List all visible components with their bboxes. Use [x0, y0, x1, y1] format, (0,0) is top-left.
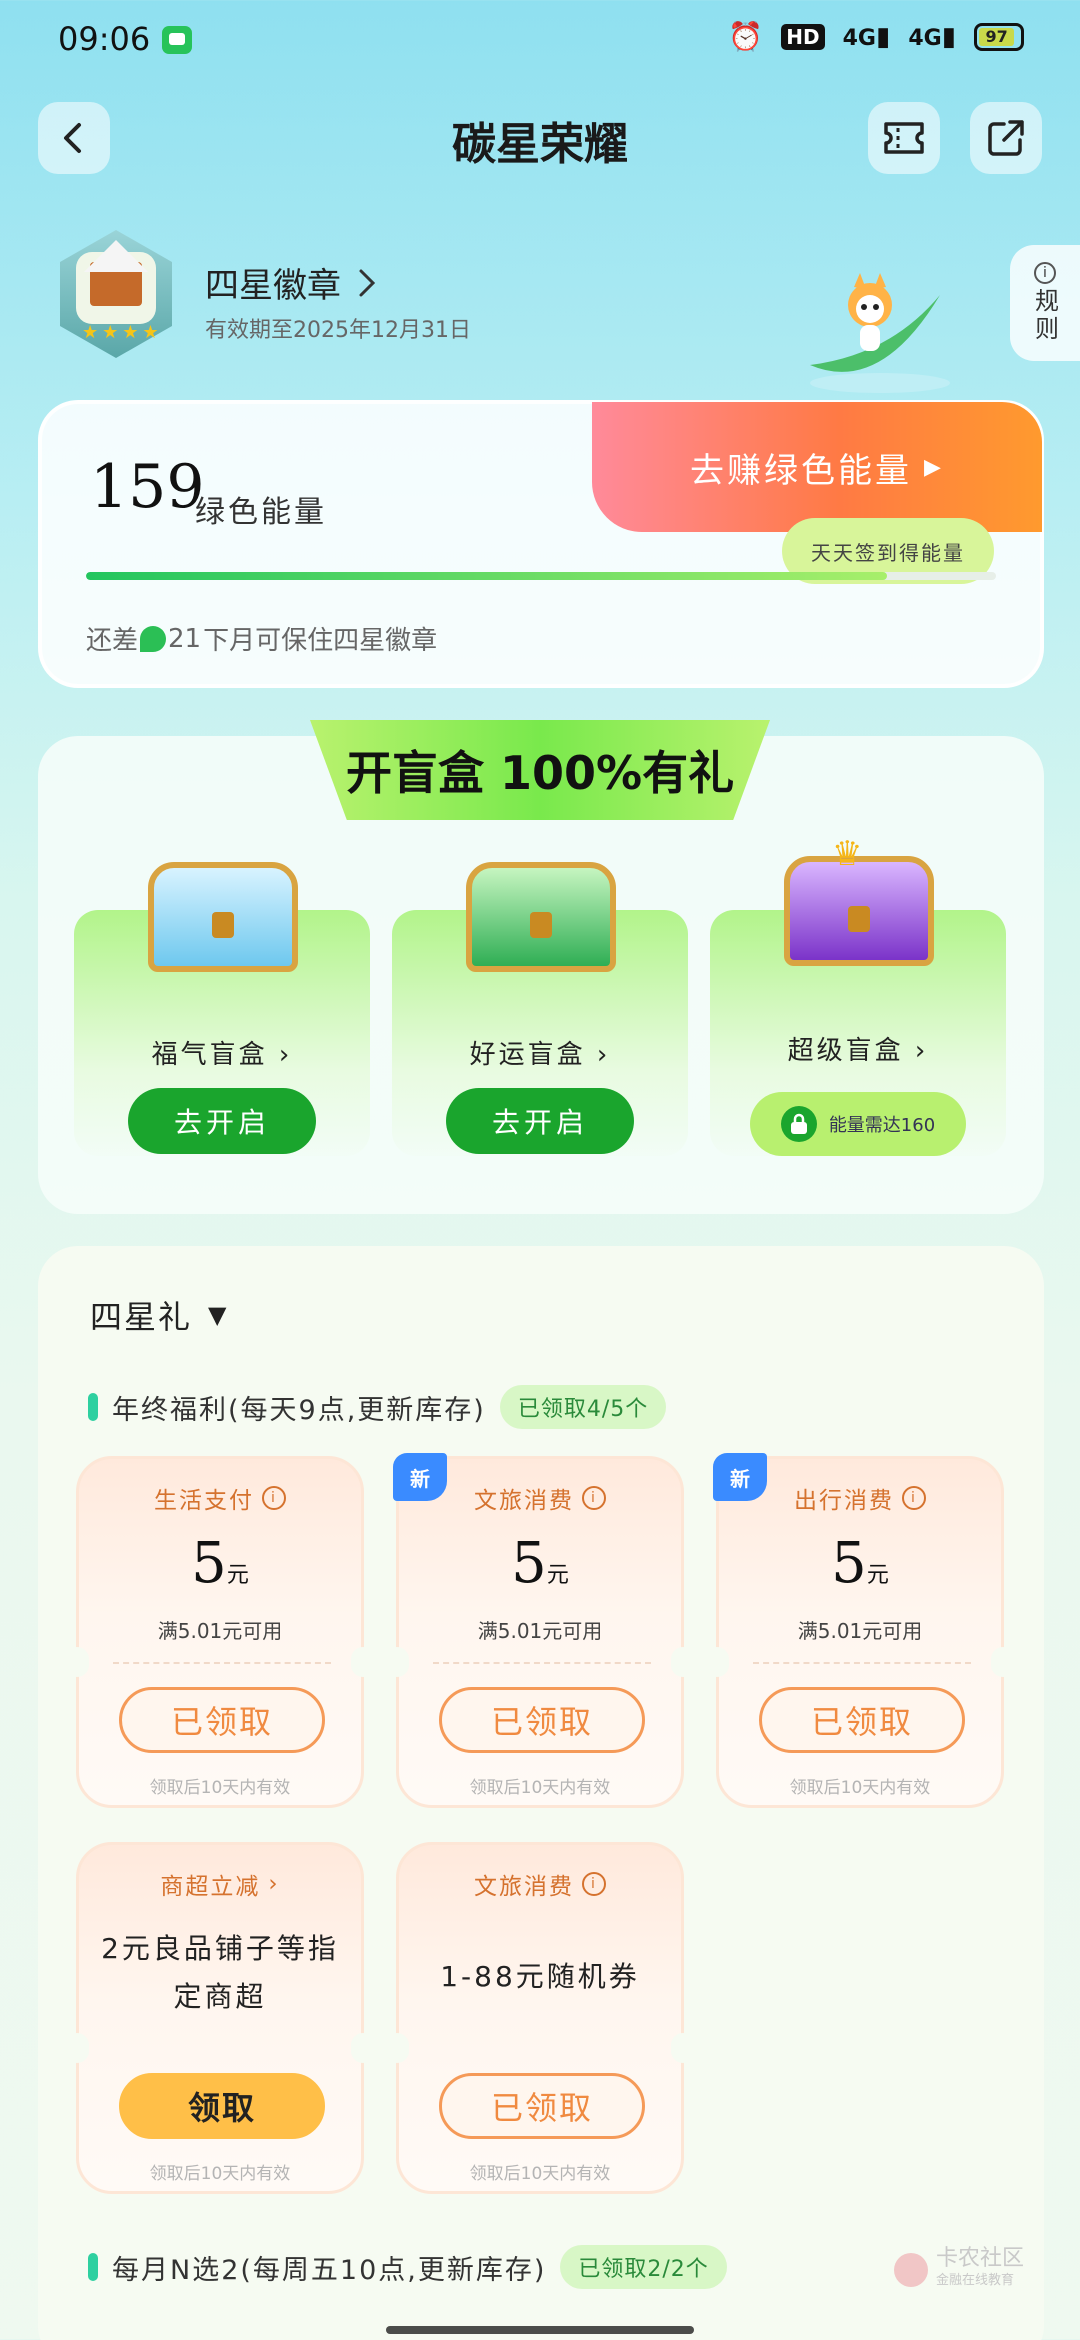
coupon-category[interactable]: 生活支付 i: [79, 1481, 361, 1515]
signal-1-icon: 4G▮: [842, 21, 891, 52]
battery-icon: 97: [974, 22, 1024, 51]
alarm-icon: ⏰: [728, 20, 764, 53]
claimed-button[interactable]: 已领取: [439, 1687, 645, 1753]
coupon-card: 生活支付 i 5元 满5.01元可用 已领取 领取后10天内有效: [65, 1456, 375, 1808]
blind-box-fuqi-label[interactable]: 福气盲盒 ›: [74, 1034, 370, 1071]
caret-down-icon: ▼: [208, 1301, 229, 1329]
share-icon: [988, 120, 1024, 156]
info-icon: i: [262, 1486, 286, 1510]
energy-label: 绿色能量: [195, 495, 327, 530]
coupon-category[interactable]: 文旅消费 i: [399, 1867, 681, 1901]
coupon-category-link[interactable]: 商超立减 ›: [79, 1867, 361, 1901]
earn-energy-button[interactable]: 去赚绿色能量 ▶: [592, 402, 1042, 532]
coupon-amount: 5元: [831, 1531, 889, 1596]
coupon-category[interactable]: 出行消费 i: [719, 1481, 1001, 1515]
watermark: 卡农社区 金融在线教育: [893, 2246, 1024, 2292]
group-title: 年终福利(每天9点,更新库存): [112, 1394, 486, 1426]
blind-box-chaoji-label[interactable]: 超级盲盒 ›: [710, 1030, 1006, 1067]
group-status-badge: 已领取2/2个: [560, 2245, 727, 2289]
hd-badge: HD: [781, 23, 825, 50]
info-icon: i: [582, 1872, 606, 1896]
leaf-energy-icon: [140, 625, 167, 652]
ticket-button[interactable]: [868, 102, 940, 174]
energy-value: 159: [90, 452, 205, 522]
open-haoyun-button[interactable]: 去开启: [446, 1088, 634, 1154]
earn-energy-label: 去赚绿色能量: [690, 450, 913, 491]
coupon-description: 1-88元随机券: [440, 1960, 640, 1993]
watermark-logo-icon: [893, 2253, 928, 2287]
coupon-amount: 5元: [511, 1531, 569, 1596]
badge-name: 四星徽章: [205, 266, 341, 306]
claimed-button[interactable]: 已领取: [119, 1687, 325, 1753]
share-button[interactable]: [970, 102, 1042, 174]
green-chest-icon: [466, 862, 616, 972]
home-indicator[interactable]: [386, 2326, 694, 2334]
message-app-icon: [162, 26, 192, 54]
chevron-right-icon: ›: [268, 1871, 280, 1897]
group-year-end: 年终福利(每天9点,更新库存) 已领取4/5个: [88, 1385, 667, 1429]
coupon-validity: 领取后10天内有效: [469, 1778, 611, 1798]
coupon-validity: 领取后10天内有效: [149, 2164, 291, 2184]
coupon-description: 2元良品铺子等指定商超: [101, 1932, 339, 2013]
four-stars-icon: ★ ★ ★ ★: [82, 322, 159, 343]
mascot-boat-illustration: [810, 273, 950, 393]
energy-progress-bar: [86, 572, 996, 580]
coupon-card: 新 文旅消费 i 5元 满5.01元可用 已领取 领取后10天内有效: [385, 1453, 695, 1808]
badge-title-link[interactable]: 四星徽章: [205, 258, 377, 307]
blue-chest-icon: [148, 862, 298, 972]
claimed-button[interactable]: 已领取: [439, 2073, 645, 2139]
locked-requirement: 能量需达160: [828, 1115, 936, 1136]
energy-progress-fill: [86, 572, 887, 580]
coupon-validity: 领取后10天内有效: [469, 2164, 611, 2184]
coupon-condition: 满5.01元可用: [157, 1619, 283, 1643]
coupon-card: 新 出行消费 i 5元 满5.01元可用 已领取 领取后10天内有效: [705, 1453, 1015, 1808]
rules-label: 规则: [1030, 288, 1059, 344]
lock-icon: [780, 1106, 817, 1142]
group-bar: [88, 1393, 98, 1421]
super-box-locked-button[interactable]: 能量需达160: [750, 1092, 966, 1156]
info-icon: i: [582, 1486, 606, 1510]
watermark-sub: 金融在线教育: [935, 2273, 1014, 2288]
info-icon: i: [902, 1486, 926, 1510]
signal-2-icon: 4G▮: [908, 21, 956, 52]
coupon-card: 文旅消费 i 1-88元随机券 已领取 领取后10天内有效: [385, 1842, 695, 2194]
crown-icon: ♛: [832, 834, 863, 874]
coupon-condition: 满5.01元可用: [797, 1619, 923, 1643]
group-monthly: 每月N选2(每周五10点,更新库存) 已领取2/2个: [88, 2245, 727, 2289]
coupon-amount: 5元: [191, 1531, 249, 1596]
coupon-validity: 领取后10天内有效: [789, 1778, 931, 1798]
claimed-button[interactable]: 已领取: [759, 1687, 965, 1753]
hint-amount: 21: [168, 623, 202, 654]
tier-label: 四星礼: [90, 1298, 193, 1336]
energy-hint: 还差 21 下月可保住四星徽章: [86, 620, 437, 657]
blind-box-haoyun-label[interactable]: 好运盲盒 ›: [392, 1034, 688, 1071]
badge-valid-until: 有效期至2025年12月31日: [205, 318, 471, 343]
open-fuqi-button[interactable]: 去开启: [128, 1088, 316, 1154]
blind-box-title: 开盲盒 100%有礼: [310, 720, 770, 820]
status-time: 09:06: [58, 20, 151, 58]
tier-selector[interactable]: 四星礼 ▼: [90, 1292, 228, 1338]
chevron-right-icon: [359, 269, 376, 296]
watermark-title: 卡农社区: [935, 2246, 1024, 2271]
ticket-icon: [884, 122, 924, 154]
play-triangle-icon: ▶: [924, 454, 944, 480]
group-bar: [88, 2253, 98, 2281]
claim-button[interactable]: 领取: [119, 2073, 325, 2139]
hint-prefix: 还差: [86, 626, 139, 656]
coupon-category[interactable]: 文旅消费 i: [399, 1481, 681, 1515]
coupon-validity: 领取后10天内有效: [149, 1778, 291, 1798]
status-icons: ⏰ HD 4G▮ 4G▮ 97: [728, 20, 1024, 53]
coupon-card: 商超立减 › 2元良品铺子等指定商超 领取 领取后10天内有效: [65, 1842, 375, 2194]
rules-tab[interactable]: i 规则: [1010, 245, 1080, 361]
hint-suffix: 下月可保住四星徽章: [203, 626, 438, 656]
coupon-condition: 满5.01元可用: [477, 1619, 603, 1643]
group-title: 每月N选2(每周五10点,更新库存): [112, 2254, 547, 2286]
group-status-badge: 已领取4/5个: [499, 1385, 667, 1429]
info-icon: i: [1034, 262, 1056, 284]
